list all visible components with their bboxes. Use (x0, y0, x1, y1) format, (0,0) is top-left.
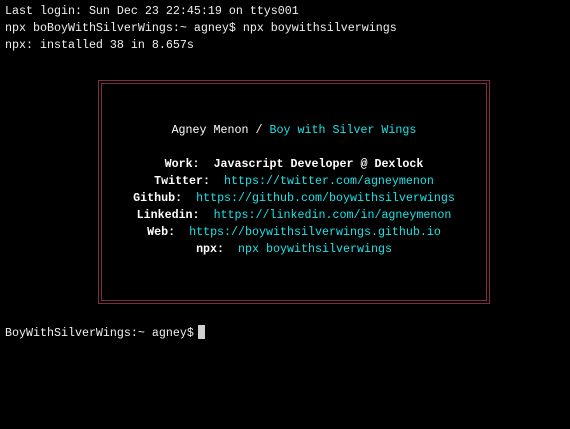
terminal-prompt-line[interactable]: BoyWithSilverWings:~ agney$ (5, 325, 205, 342)
terminal-output-line: Last login: Sun Dec 23 22:45:19 on ttys0… (5, 4, 299, 18)
card-row-web: Web: https://boywithsilverwings.github.i… (102, 224, 486, 241)
card-row-work: Work: Javascript Developer @ Dexlock (102, 156, 486, 173)
row-label: npx: (196, 242, 225, 256)
card-separator: / (248, 123, 270, 137)
text-cursor (197, 325, 205, 339)
prompt: BoyWithSilverWings:~ agney$ (5, 326, 194, 340)
card-row-linkedin: Linkedin: https://linkedin.com/in/agneym… (102, 207, 486, 224)
row-label: Twitter: (154, 174, 211, 188)
card-row-twitter: Twitter: https://twitter.com/agneymenon (102, 173, 486, 190)
web-link[interactable]: https://boywithsilverwings.github.io (189, 225, 441, 239)
row-label: Work: (164, 157, 200, 171)
github-link[interactable]: https://github.com/boywithsilverwings (196, 191, 455, 205)
npx-command: npx boywithsilverwings (238, 242, 392, 256)
card-row-npx: npx: npx boywithsilverwings (102, 241, 486, 258)
business-card-box: Agney Menon / Boy with Silver Wings Work… (98, 80, 490, 304)
linkedin-link[interactable]: https://linkedin.com/in/agneymenon (214, 208, 452, 222)
card-handle: Boy with Silver Wings (269, 123, 417, 137)
card-name: Agney Menon (171, 123, 249, 137)
terminal-output-line: npx: installed 38 in 8.657s (5, 38, 194, 52)
card-row-github: Github: https://github.com/boywithsilver… (102, 190, 486, 207)
row-value: Javascript Developer @ Dexlock (213, 157, 424, 171)
terminal-command-line: npx boBoyWithSilverWings:~ agney$ npx bo… (5, 21, 397, 35)
card-title: Agney Menon / Boy with Silver Wings (102, 122, 486, 139)
row-label: Linkedin: (136, 208, 200, 222)
twitter-link[interactable]: https://twitter.com/agneymenon (224, 174, 434, 188)
row-label: Github: (133, 191, 183, 205)
row-label: Web: (147, 225, 176, 239)
